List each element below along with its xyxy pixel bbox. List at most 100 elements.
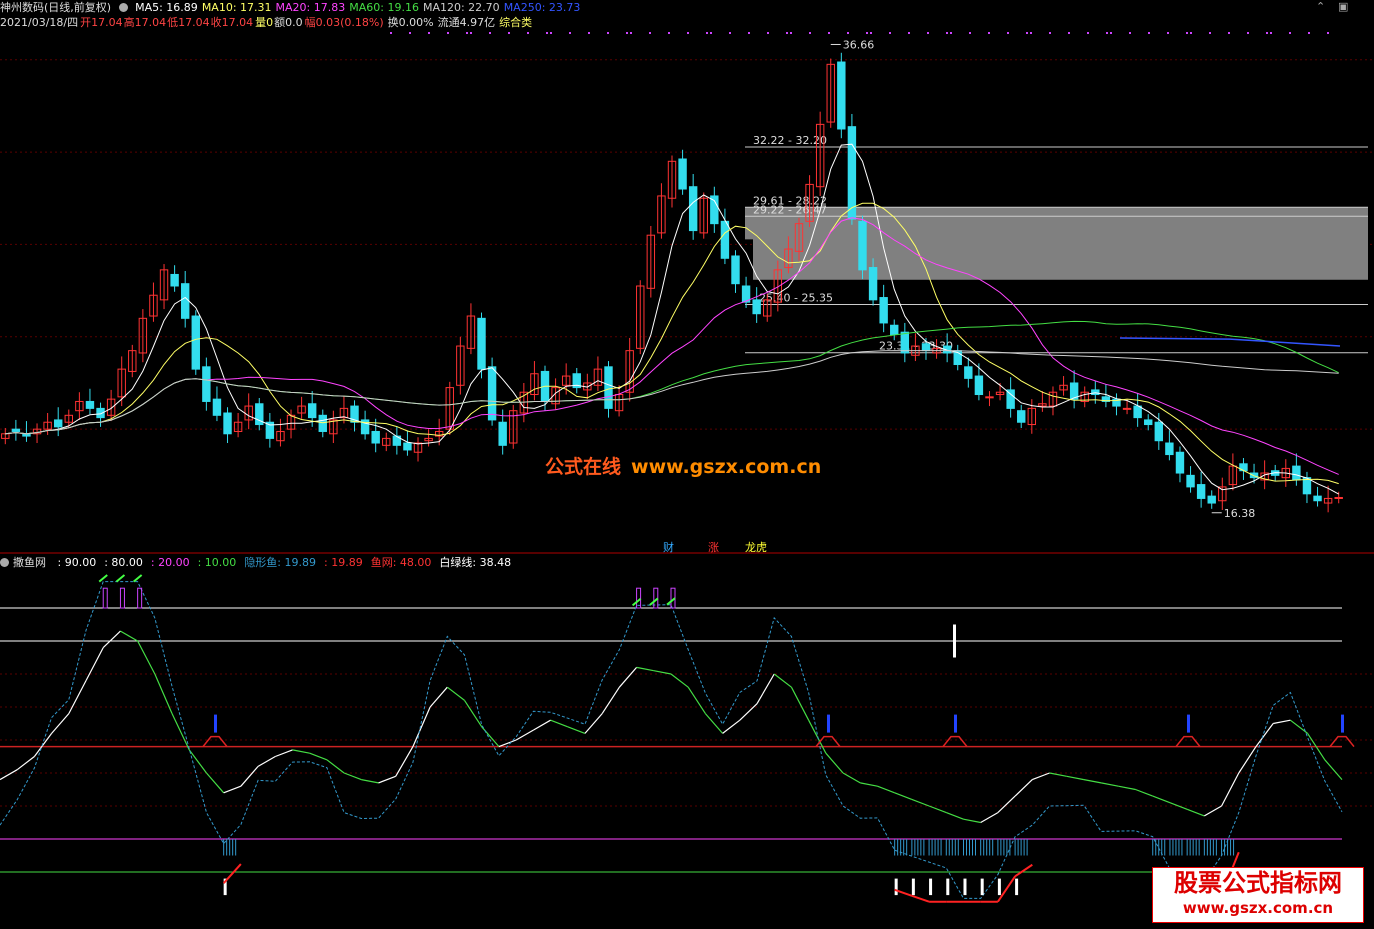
candle-body xyxy=(212,398,222,416)
white-green-line-segment xyxy=(412,706,431,747)
volume-label: 量0 xyxy=(255,16,274,29)
ma-line xyxy=(1119,337,1341,347)
ma-legend-item: MA5: 16.89 xyxy=(135,1,198,14)
top-signal-box xyxy=(119,587,125,609)
white-green-line-segment xyxy=(636,666,654,672)
white-green-line-segment xyxy=(102,630,121,649)
trigger-blue-bar xyxy=(827,714,830,733)
settings-icon[interactable] xyxy=(118,3,128,12)
indicator-settings-icon[interactable] xyxy=(0,558,9,567)
candle-body xyxy=(1144,419,1153,426)
candle-body xyxy=(371,430,380,444)
moving-average-lines xyxy=(5,143,1341,495)
limit-up-badge[interactable]: 涨 xyxy=(708,539,719,555)
indicator-legend-item: 鱼网: 48.00 xyxy=(370,556,432,569)
white-green-line-segment xyxy=(928,805,947,814)
bottom-signal-bar xyxy=(980,878,984,896)
candle-body xyxy=(752,299,761,315)
white-green-line-segment xyxy=(1101,782,1119,787)
finance-badge[interactable]: 财 xyxy=(663,539,674,555)
amount-label: 额0.0 xyxy=(274,16,303,29)
white-green-line-segment xyxy=(1014,779,1033,797)
signal-dot xyxy=(1190,32,1192,34)
white-green-line-segment xyxy=(1083,779,1102,784)
indicator-legend-item: : 20.00 xyxy=(150,556,190,569)
signal-dot xyxy=(1209,32,1211,34)
signal-dot xyxy=(668,32,670,34)
top-green-mark xyxy=(115,574,126,583)
indicator-legend-item: : 19.89 xyxy=(324,556,363,569)
white-green-line-segment xyxy=(206,772,225,794)
signal-dot xyxy=(870,32,872,34)
candle-body xyxy=(1122,407,1132,410)
dragon-tiger-badge[interactable]: 龙虎 xyxy=(745,539,767,555)
signal-dot xyxy=(569,32,571,34)
candle-body xyxy=(1334,497,1343,500)
signal-dot xyxy=(767,32,769,34)
white-green-line-segment xyxy=(1238,746,1257,774)
price-band-zone xyxy=(753,216,1368,280)
white-green-line-segment xyxy=(1169,802,1188,810)
candle-body xyxy=(477,317,486,370)
signal-dot xyxy=(748,32,750,34)
turnover-label: 换0.00% xyxy=(387,16,434,29)
white-green-line-segment xyxy=(1152,795,1171,804)
ma-legend-item: MA20: 17.83 xyxy=(275,1,346,14)
watermark-url: www.gszx.com.cn xyxy=(631,456,822,478)
white-green-line-segment xyxy=(446,686,465,701)
indicator-grid xyxy=(0,607,1374,873)
window-restore-icon[interactable]: ▣ xyxy=(1338,0,1348,13)
white-green-line-segment xyxy=(825,752,844,774)
signal-dot xyxy=(630,32,632,34)
fishnet-curve xyxy=(1014,863,1033,878)
indicator-legend-item: 隐形鱼: 19.89 xyxy=(244,556,317,569)
trigger-red-spike xyxy=(815,735,841,748)
signal-dot xyxy=(588,32,590,34)
low-label: 低17.04 xyxy=(167,16,210,29)
white-green-line-segment xyxy=(240,766,259,787)
top-signal-box xyxy=(137,587,143,609)
candle-body xyxy=(890,324,899,335)
signal-dot xyxy=(710,32,712,34)
ma-legend: MA5: 16.89 MA10: 17.31 MA20: 17.83 MA60: 19… xyxy=(135,1,584,14)
high-label: 高17.04 xyxy=(123,16,167,29)
signal-dot xyxy=(1106,32,1108,34)
candle-body xyxy=(1313,495,1322,502)
white-green-line-segment xyxy=(326,759,345,774)
white-green-line-segment xyxy=(85,647,104,681)
white-green-line-segment xyxy=(773,673,792,688)
up-chevron-icon[interactable]: ⌃ xyxy=(1316,0,1325,13)
white-green-line-segment xyxy=(567,726,586,734)
bottom-signal-bar xyxy=(929,878,933,896)
white-green-line-segment xyxy=(687,686,706,714)
signal-dot xyxy=(969,32,971,34)
candle-body xyxy=(180,283,190,319)
white-signal-bar xyxy=(953,624,956,658)
signal-dot xyxy=(1289,32,1291,34)
signal-dot xyxy=(470,32,472,34)
trigger-red-spike xyxy=(1175,735,1201,748)
signal-dot xyxy=(1148,32,1150,34)
signal-dot xyxy=(1308,32,1310,34)
signal-dot xyxy=(1247,32,1249,34)
candle-body xyxy=(731,255,740,285)
candle-body xyxy=(900,331,910,354)
white-green-line-segment xyxy=(395,746,414,777)
candle-body xyxy=(604,366,613,409)
top-green-mark xyxy=(98,574,108,583)
indicator-legend-item: : 10.00 xyxy=(197,556,237,569)
white-green-line-segment xyxy=(980,812,999,824)
fishnet-curve xyxy=(222,863,242,884)
candle-body xyxy=(720,220,730,259)
white-green-line-segment xyxy=(860,782,878,787)
white-green-line-segment xyxy=(1135,788,1153,797)
signal-dot xyxy=(946,32,948,34)
candle-body xyxy=(921,343,931,352)
candle-body xyxy=(54,419,63,428)
signal-dot xyxy=(828,32,830,34)
white-green-line-segment xyxy=(790,686,810,721)
white-green-line-segment xyxy=(223,785,242,794)
trigger-blue-bar xyxy=(954,714,957,733)
white-green-line-segment xyxy=(1186,808,1205,817)
trigger-red-spike xyxy=(1329,735,1355,748)
